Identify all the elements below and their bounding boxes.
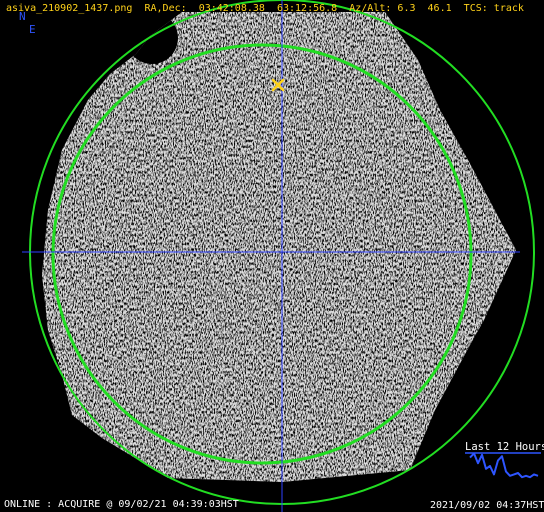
history-sparkline: [469, 452, 539, 479]
azalt-label: Az/Alt:: [349, 3, 392, 14]
dec-value: 63:12:56.8: [276, 3, 338, 14]
radec-label: RA,Dec:: [144, 3, 187, 14]
alt-value: 46.1: [427, 3, 452, 14]
tcs-label: TCS:: [463, 3, 488, 14]
compass-east: E: [29, 23, 36, 36]
image-timestamp: 2021/09/02 04:37HST: [430, 500, 544, 511]
header-bar: asiva_210902_1437.png RA,Dec: 03:42:08.3…: [6, 3, 524, 15]
ra-value: 03:42:08.38: [198, 3, 265, 14]
tcs-value: track: [493, 3, 524, 14]
obstruction-blob: [126, 12, 178, 64]
az-value: 6.3: [397, 3, 416, 14]
history-label: Last 12 Hours: [465, 441, 544, 453]
allsky-image: [22, 0, 541, 512]
status-line: ONLINE : ACQUIRE @ 09/02/21 04:39:03HST: [4, 499, 239, 510]
compass-north: N: [19, 10, 26, 23]
